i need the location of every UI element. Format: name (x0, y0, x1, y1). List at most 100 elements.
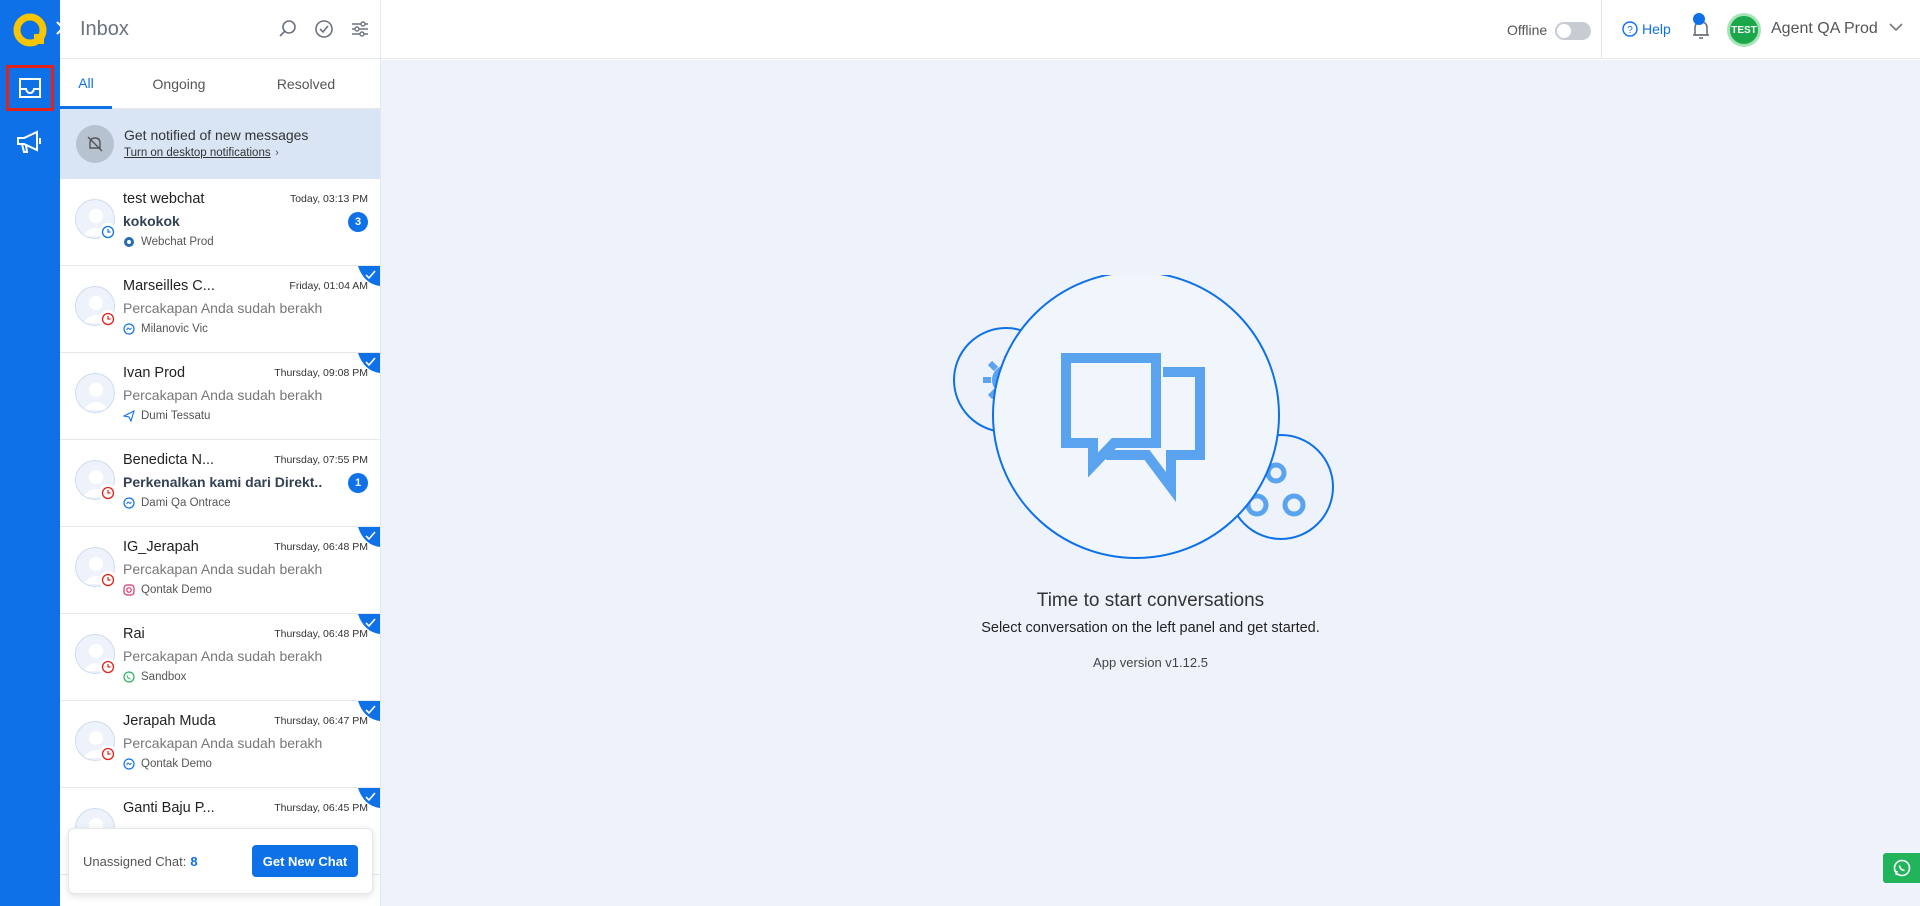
whatsapp-icon (1893, 859, 1910, 877)
whatsapp-icon (123, 671, 135, 683)
inbox-header: Inbox (60, 0, 380, 59)
chevron-down-icon[interactable] (1889, 22, 1903, 32)
resolved-check-icon (358, 353, 380, 373)
conversation-timestamp: Thursday, 06:47 PM (274, 715, 368, 727)
tab-ongoing[interactable]: Ongoing (112, 59, 246, 109)
clock-icon (99, 745, 117, 763)
conversation-timestamp: Thursday, 06:48 PM (274, 541, 368, 553)
conversation-item[interactable]: IG_Jerapah Thursday, 06:48 PM Percakapan A… (60, 527, 380, 614)
unassigned-chat-count: 8 (190, 853, 198, 869)
clock-icon (99, 658, 117, 676)
conversation-item[interactable]: Jerapah Muda Thursday, 06:47 PM Percakapan… (60, 701, 380, 788)
last-message-preview: Perkenalkan kami dari Direkt... (123, 474, 323, 490)
resolved-check-icon (358, 614, 380, 634)
resolved-check-icon (358, 266, 380, 286)
search-icon[interactable] (276, 17, 300, 41)
clock-icon (99, 310, 117, 328)
messenger-icon (123, 497, 135, 509)
messenger-icon (123, 758, 135, 770)
channel-name: Dumi Tessatu (141, 410, 211, 422)
help-circle-icon: ? (1622, 21, 1638, 37)
channel-label: Qontak Demo (123, 584, 368, 596)
tab-resolved[interactable]: Resolved (246, 59, 366, 109)
messenger-icon (123, 323, 135, 335)
conversation-item[interactable]: Marseilles C... Friday, 01:04 AM Percakapa… (60, 266, 380, 353)
last-message-preview: Percakapan Anda sudah berakhir, t... (123, 561, 323, 577)
channel-name: Webchat Prod (141, 236, 214, 248)
resolved-check-icon (358, 701, 380, 721)
rail-item-broadcast[interactable] (6, 119, 54, 165)
channel-label: Qontak Demo (123, 758, 368, 770)
last-message-preview: Percakapan Anda sudah berakhir, t... (123, 387, 323, 403)
channel-name: Qontak Demo (141, 758, 212, 770)
telegram-icon (123, 410, 135, 422)
unassigned-chat-card: Unassigned Chat: 8 Get New Chat (68, 828, 373, 894)
channel-name: Qontak Demo (141, 584, 212, 596)
megaphone-icon (17, 130, 41, 153)
page-title: Inbox (80, 17, 129, 40)
unread-count-badge: 1 (348, 473, 368, 493)
conversation-list: test webchat Today, 03:13 PM kokokok Webcha… (60, 179, 380, 875)
conversation-item[interactable]: Rai Thursday, 06:48 PM Percakapan Anda sud… (60, 614, 380, 701)
qontak-logo-icon[interactable] (12, 12, 48, 48)
conversation-timestamp: Today, 03:13 PM (289, 193, 368, 205)
filter-sliders-icon[interactable] (348, 17, 372, 41)
conversation-timestamp: Friday, 01:04 AM (289, 280, 368, 292)
last-message-preview: Percakapan Anda sudah berakhir, t... (123, 648, 323, 664)
resolved-check-icon (358, 527, 380, 547)
channel-label: Dami Qa Ontrace (123, 497, 368, 509)
online-status-toggle[interactable] (1555, 22, 1591, 40)
topbar-divider (1601, 0, 1602, 59)
conversation-timestamp: Thursday, 06:48 PM (274, 628, 368, 640)
empty-state-subtitle: Select conversation on the left panel an… (981, 620, 1320, 636)
tab-all[interactable]: All (60, 59, 112, 109)
last-message-preview: Percakapan Anda sudah berakhir, t... (123, 735, 323, 751)
help-link[interactable]: ? Help (1622, 21, 1671, 37)
enable-notifications-link[interactable]: Turn on desktop notifications (124, 147, 271, 159)
bell-off-icon (76, 125, 114, 163)
channel-name: Milanovic Vic (141, 323, 208, 335)
conversation-item[interactable]: Benedicta N... Thursday, 07:55 PM Perkenal… (60, 440, 380, 527)
svg-text:?: ? (1627, 25, 1633, 36)
channel-label: Webchat Prod (123, 236, 368, 248)
conversation-item[interactable]: Ivan Prod Thursday, 09:08 PM Percakapan An… (60, 353, 380, 440)
help-label: Help (1642, 21, 1671, 37)
top-bar: Offline ? Help TEST Agent QA Prod (381, 0, 1920, 59)
clock-icon (99, 571, 117, 589)
clock-icon (99, 223, 117, 241)
conversation-timestamp: Thursday, 07:55 PM (274, 454, 368, 466)
notification-dot (1693, 13, 1705, 25)
left-rail (0, 0, 70, 906)
conversation-item[interactable]: test webchat Today, 03:13 PM kokokok Webcha… (60, 179, 380, 266)
whatsapp-float-button[interactable] (1883, 853, 1920, 883)
get-new-chat-button[interactable]: Get New Chat (252, 845, 358, 877)
resolved-check-icon (358, 788, 380, 808)
chevron-right-icon: › (275, 147, 279, 159)
conversation-timestamp: Thursday, 06:45 PM (274, 802, 368, 814)
clock-icon (99, 484, 117, 502)
channel-label: Milanovic Vic (123, 323, 368, 335)
agent-avatar[interactable]: TEST (1727, 13, 1761, 47)
channel-name: Dami Qa Ontrace (141, 497, 231, 509)
app-version: App version v1.12.5 (1093, 655, 1208, 670)
unread-count-badge: 3 (348, 212, 368, 232)
inbox-panel: Inbox All Ongoing Resolved Get notified … (60, 0, 381, 906)
check-circle-icon[interactable] (312, 17, 336, 41)
status-label: Offline (1507, 22, 1548, 38)
notification-title: Get notified of new messages (124, 127, 309, 143)
conversations-illustration-icon (953, 275, 1334, 559)
agent-name[interactable]: Agent QA Prod (1771, 20, 1878, 38)
conversation-timestamp: Thursday, 09:08 PM (274, 367, 368, 379)
unassigned-chat-label: Unassigned Chat: (83, 853, 187, 869)
channel-label: Dumi Tessatu (123, 410, 368, 422)
contact-avatar-icon (75, 373, 115, 413)
last-message-preview: kokokok (123, 213, 180, 229)
instagram-icon (123, 584, 135, 596)
channel-label: Sandbox (123, 671, 368, 683)
webchat-icon (123, 236, 135, 248)
inbox-icon (19, 78, 41, 98)
conversation-empty-state: Time to start conversations Select conve… (381, 60, 1920, 906)
empty-state-title: Time to start conversations (1036, 590, 1265, 611)
rail-item-inbox[interactable] (6, 65, 54, 111)
last-message-preview: Percakapan Anda sudah berakhir, t... (123, 300, 323, 316)
